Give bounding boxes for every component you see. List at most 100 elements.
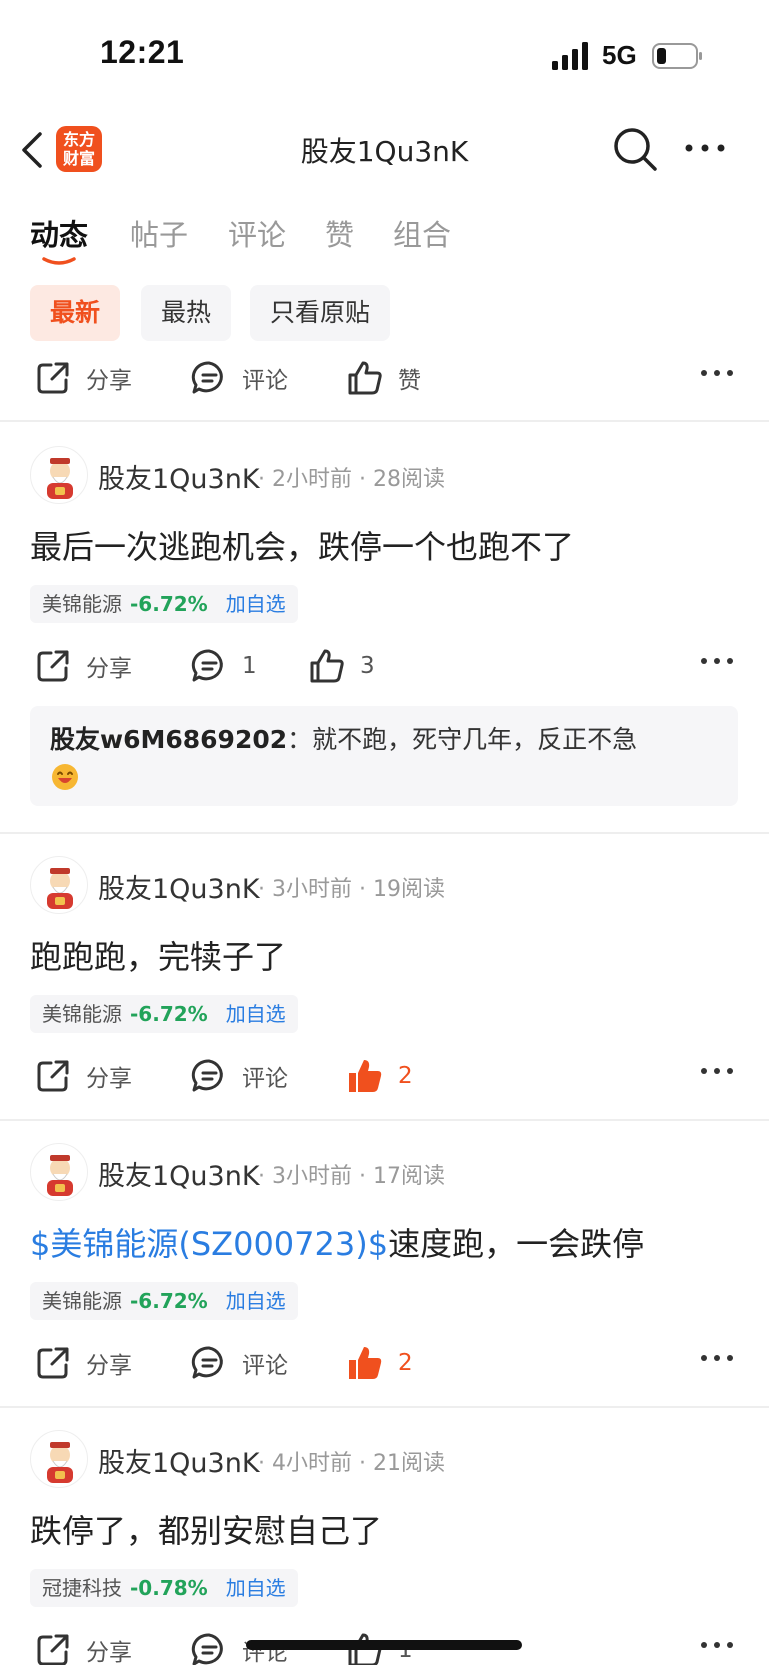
share-icon [37,1060,69,1092]
post-action-row: 分享 评论 2 [0,1046,769,1106]
tab-dynamics[interactable]: 动态 [30,212,88,254]
post-card[interactable]: 股友1Qu3nK · 3小时前 · 19阅读 跑跑跑，完犊子了 美锦能源 -6.7… [0,856,769,1106]
share-label: 分享 [86,1640,132,1665]
add-watchlist-button[interactable]: 加自选 [226,1576,286,1600]
post-card[interactable]: 股友1Qu3nK · 2小时前 · 28阅读 最后一次逃跑机会，跌停一个也跑不了… [0,446,769,836]
post-text: 跌停了，都别安慰自己了 [30,1512,383,1550]
filter-hottest[interactable]: 最热 [141,285,232,341]
status-bar: 12:21 5G [0,0,769,110]
comment-button[interactable]: 评论 [190,354,288,402]
avatar[interactable] [30,856,88,914]
avatar[interactable] [30,1143,88,1201]
nav-bar: 东方 财富 股友1Qu3nK [0,110,769,190]
comment-user[interactable]: 股友w6M6869202 [50,725,287,754]
stock-change: -6.72% [130,1002,208,1026]
add-watchlist-button[interactable]: 加自选 [226,592,286,616]
battery-icon [652,43,702,69]
comment-icon [191,1346,223,1379]
comment-preview[interactable]: 股友w6M6869202：就不跑，死守几年，反正不急 [30,706,738,806]
like-count: 2 [398,1350,413,1376]
stock-tag[interactable]: 美锦能源 -6.72% 加自选 [30,1282,298,1320]
divider [0,1406,769,1408]
more-icon[interactable] [700,1351,734,1365]
comment-icon [191,1059,223,1092]
post-header: 股友1Qu3nK · 3小时前 · 19阅读 [30,856,750,916]
like-button[interactable]: 2 [346,1339,413,1387]
add-watchlist-button[interactable]: 加自选 [226,1002,286,1026]
comment-button[interactable]: 评论 [190,1052,288,1100]
post-header: 股友1Qu3nK · 3小时前 · 17阅读 [30,1143,750,1203]
post-content[interactable]: $美锦能源(SZ000723)$速度跑，一会跌停 [30,1219,644,1265]
network-type: 5G [602,40,637,70]
share-button[interactable]: 分享 [34,1052,132,1100]
more-icon[interactable] [700,654,734,668]
comment-icon [191,1633,223,1665]
post-header: 股友1Qu3nK · 4小时前 · 21阅读 [30,1430,750,1490]
like-label: 赞 [398,368,421,394]
more-options-icon[interactable] [684,138,726,158]
share-label: 分享 [86,1353,132,1379]
divider [0,832,769,834]
like-count: 2 [398,1063,413,1089]
share-icon [37,650,69,682]
profile-tabs: 动态 帖子 评论 赞 组合 [0,200,769,270]
like-button[interactable]: 3 [308,642,375,690]
share-icon [37,362,69,394]
author-name[interactable]: 股友1Qu3nK [98,457,260,496]
like-button[interactable]: 2 [346,1052,413,1100]
share-button[interactable]: 分享 [34,354,132,402]
post-action-row: 分享 评论 2 [0,1333,769,1393]
thumbs-up-icon [310,649,344,683]
avatar[interactable] [30,1430,88,1488]
comment-label: 评论 [242,1353,288,1379]
post-card[interactable]: 股友1Qu3nK · 4小时前 · 21阅读 跌停了，都别安慰自己了 冠捷科技 -… [0,1430,769,1665]
stock-name: 美锦能源 [42,1002,122,1026]
comment-button[interactable]: 评论 [190,1339,288,1387]
share-button[interactable]: 分享 [34,642,132,690]
post-content[interactable]: 跑跑跑，完犊子了 [30,932,286,978]
share-button[interactable]: 分享 [34,1339,132,1387]
avatar[interactable] [30,446,88,504]
share-button[interactable]: 分享 [34,1626,132,1665]
stock-change: -6.72% [130,592,208,616]
laughing-emoji-icon [52,764,78,790]
add-watchlist-button[interactable]: 加自选 [226,1289,286,1313]
stock-tag[interactable]: 美锦能源 -6.72% 加自选 [30,585,298,623]
author-name[interactable]: 股友1Qu3nK [98,1154,260,1193]
tab-portfolios[interactable]: 组合 [393,212,451,254]
post-meta: · 2小时前 · 28阅读 [258,467,445,492]
author-name[interactable]: 股友1Qu3nK [98,867,260,906]
signal-icon [552,42,588,70]
post-content[interactable]: 最后一次逃跑机会，跌停一个也跑不了 [30,522,574,568]
author-name[interactable]: 股友1Qu3nK [98,1441,260,1480]
stock-change: -6.72% [130,1289,208,1313]
like-count: 3 [360,653,375,679]
stock-name: 美锦能源 [42,592,122,616]
stock-tag[interactable]: 冠捷科技 -0.78% 加自选 [30,1569,298,1607]
more-icon[interactable] [700,1638,734,1652]
filter-original-only[interactable]: 只看原贴 [250,285,391,341]
like-button[interactable]: 赞 [346,354,421,402]
stock-name: 美锦能源 [42,1289,122,1313]
more-icon[interactable] [700,1064,734,1078]
post-meta: · 4小时前 · 21阅读 [258,1451,445,1476]
post-text: 跑跑跑，完犊子了 [30,938,287,976]
comment-count: 1 [242,653,257,679]
post-text: 速度跑，一会跌停 [388,1225,645,1263]
stock-tag[interactable]: 美锦能源 -6.72% 加自选 [30,995,298,1033]
post-content[interactable]: 跌停了，都别安慰自己了 [30,1506,382,1552]
tab-posts[interactable]: 帖子 [130,212,188,254]
post-card[interactable]: 股友1Qu3nK · 3小时前 · 17阅读 $美锦能源(SZ000723)$速… [0,1143,769,1393]
filter-latest[interactable]: 最新 [30,285,121,341]
share-label: 分享 [86,1066,132,1092]
home-indicator[interactable] [246,1640,522,1650]
stock-mention-link[interactable]: $美锦能源(SZ000723)$ [30,1225,388,1263]
search-icon[interactable] [612,126,658,172]
comment-button[interactable]: 1 [190,642,257,690]
caishen-avatar-icon [47,458,73,499]
comment-icon [191,361,223,394]
more-icon[interactable] [700,366,734,380]
tab-comments[interactable]: 评论 [228,212,286,254]
stock-change: -0.78% [130,1576,208,1600]
tab-likes[interactable]: 赞 [325,212,354,254]
